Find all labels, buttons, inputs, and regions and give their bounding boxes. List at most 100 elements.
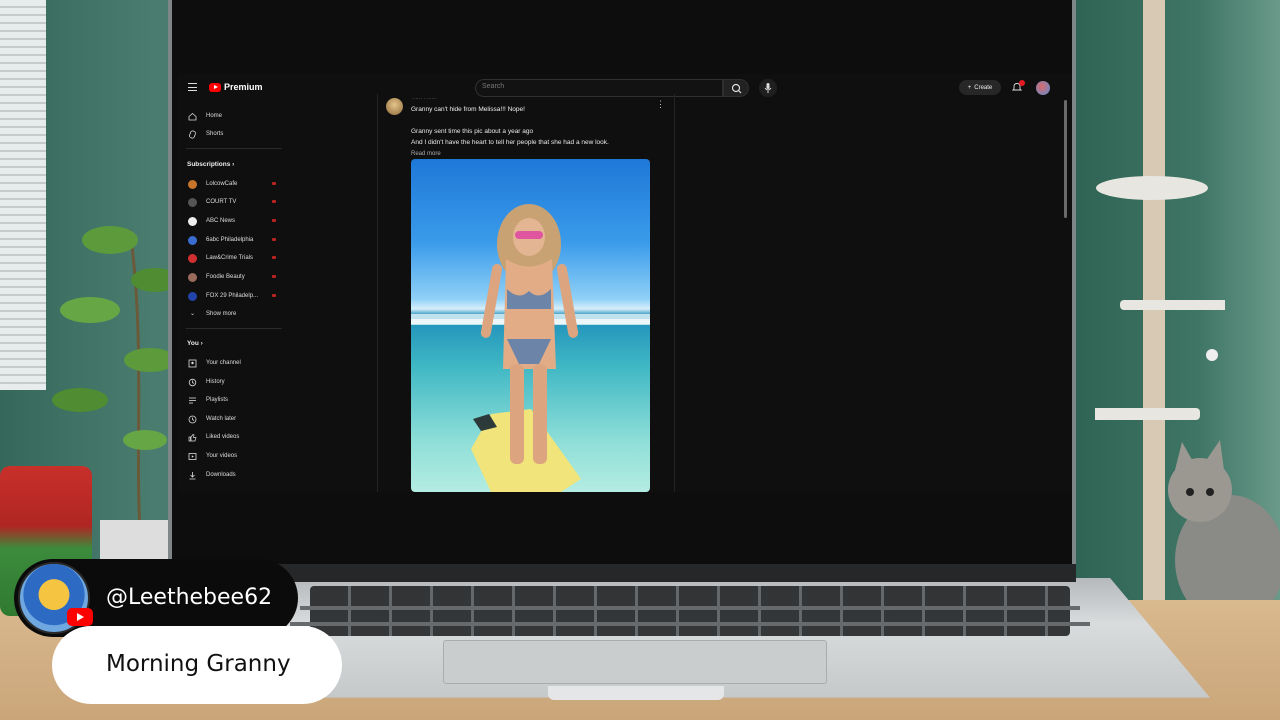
sidebar-item-label: Foodie Beauty — [206, 274, 245, 280]
sidebar-item-label: Liked videos — [206, 434, 240, 440]
you-heading[interactable]: You › — [187, 340, 203, 347]
sidebar-sub-item[interactable]: ABC News — [188, 214, 282, 228]
new-content-dot — [272, 238, 276, 241]
sidebar-item-label: Downloads — [206, 472, 236, 478]
voice-search-button[interactable] — [759, 79, 777, 97]
post-image[interactable] — [411, 159, 650, 492]
video-title: Morning Granny — [106, 651, 291, 677]
channel-avatar — [188, 216, 197, 226]
read-more-link[interactable]: Read more — [411, 151, 441, 157]
channel-avatar — [188, 272, 197, 282]
sidebar-item-liked-videos[interactable]: Liked videos — [188, 430, 282, 444]
new-content-dot — [272, 294, 276, 297]
post-title: Granny can't hide from Melissa!!! Nope! — [411, 106, 525, 113]
channel-handle: @Leethebee62 — [106, 585, 273, 610]
search-placeholder: Search — [482, 83, 505, 90]
mic-icon — [764, 83, 772, 93]
sidebar-item-playlists[interactable]: Playlists — [188, 393, 282, 407]
sidebar-sub-item[interactable]: 6abc Philadelphia — [188, 233, 282, 247]
thumbs-up-icon — [188, 433, 197, 441]
video-icon — [188, 452, 197, 460]
beach-photo — [411, 204, 650, 492]
channel-icon — [188, 359, 197, 367]
sidebar-item-label: Law&Crime Trials — [206, 255, 254, 261]
youtube-logo-icon — [209, 82, 221, 92]
subscriptions-heading-label: Subscriptions — [187, 161, 231, 168]
sidebar-item-your-videos[interactable]: Your videos — [188, 449, 282, 463]
post-text-line: And I didn't have the heart to tell her … — [411, 139, 609, 146]
sidebar-item-downloads[interactable]: Downloads — [188, 468, 282, 482]
community-post: ······ · ······ Granny can't hide from M… — [377, 94, 675, 492]
logo-text: Premium — [224, 82, 263, 92]
sidebar-item-label: Playlists — [206, 397, 229, 403]
sidebar-item-label: LolcowCafe — [206, 181, 238, 187]
sidebar-item-label: Watch later — [206, 416, 237, 422]
chevron-down-icon: ⌄ — [189, 310, 196, 317]
sidebar-item-watch-later[interactable]: Watch later — [188, 412, 282, 426]
create-button[interactable]: + Create — [959, 80, 1001, 95]
search-icon — [731, 83, 742, 94]
chevron-right-icon: › — [232, 161, 235, 168]
menu-icon[interactable] — [188, 83, 197, 91]
sidebar-item-label: 6abc Philadelphia — [206, 237, 254, 243]
sidebar: Home Shorts Subscriptions › LolcowCafe C… — [178, 102, 284, 492]
search-button[interactable] — [723, 79, 749, 97]
channel-avatar — [188, 253, 197, 263]
subscriptions-heading[interactable]: Subscriptions › — [187, 161, 234, 168]
youtube-screen: Premium Search + Create Home Shorts Subs… — [178, 74, 1072, 492]
home-icon — [188, 112, 197, 120]
sidebar-item-home[interactable]: Home — [188, 109, 282, 123]
sidebar-item-label: Your channel — [206, 360, 241, 366]
plus-icon: + — [967, 84, 972, 91]
new-content-dot — [272, 182, 276, 185]
show-more-button[interactable]: ⌄ Show more — [188, 307, 282, 321]
sidebar-divider — [186, 328, 282, 329]
new-content-dot — [272, 275, 276, 278]
sidebar-item-label: FOX 29 Philadelp... — [206, 293, 259, 299]
sidebar-item-label: ABC News — [206, 218, 236, 224]
channel-avatar — [188, 179, 197, 189]
new-content-dot — [272, 219, 276, 222]
you-heading-label: You — [187, 340, 199, 347]
new-content-dot — [272, 200, 276, 203]
show-more-label: Show more — [206, 311, 237, 317]
clock-icon — [188, 415, 197, 423]
sidebar-item-history[interactable]: History — [188, 375, 282, 389]
sidebar-sub-item[interactable]: Law&Crime Trials — [188, 251, 282, 265]
sidebar-item-label: COURT TV — [206, 199, 237, 205]
keyboard-row — [300, 606, 1080, 610]
account-avatar[interactable] — [1036, 81, 1050, 95]
sidebar-sub-item[interactable]: COURT TV — [188, 195, 282, 209]
sidebar-item-your-channel[interactable]: Your channel — [188, 356, 282, 370]
sidebar-item-label: Home — [206, 113, 223, 119]
post-author-avatar[interactable] — [386, 98, 403, 115]
trackpad — [443, 640, 827, 684]
sidebar-item-label: Your videos — [206, 453, 238, 459]
shorts-icon — [189, 130, 196, 138]
sidebar-sub-item[interactable]: FOX 29 Philadelp... — [188, 289, 282, 303]
keyboard-row — [290, 622, 1090, 626]
sidebar-sub-item[interactable]: Foodie Beauty — [188, 270, 282, 284]
notification-badge — [1019, 80, 1025, 86]
sidebar-item-shorts[interactable]: Shorts — [188, 127, 282, 141]
laptop-notch — [548, 686, 724, 700]
playlists-icon — [189, 397, 196, 403]
channel-avatar — [188, 235, 197, 245]
more-vert-icon[interactable]: ⋮ — [656, 99, 665, 110]
sidebar-divider — [186, 148, 282, 149]
sidebar-sub-item[interactable]: LolcowCafe — [188, 177, 282, 191]
scrollbar-thumb[interactable] — [1064, 100, 1067, 218]
chevron-right-icon: › — [200, 340, 203, 347]
sidebar-item-label: History — [206, 379, 225, 385]
post-meta: ······ · ······ — [412, 96, 437, 102]
cat — [1168, 440, 1280, 620]
youtube-logo[interactable]: Premium — [209, 82, 263, 92]
channel-avatar — [188, 197, 197, 207]
channel-avatar — [188, 291, 197, 301]
sidebar-item-label: Shorts — [206, 131, 224, 137]
create-label: Create — [974, 84, 993, 91]
post-text-line: Granny sent time this pic about a year a… — [411, 128, 534, 135]
history-icon — [188, 378, 197, 386]
new-content-dot — [272, 256, 276, 259]
download-icon — [189, 471, 196, 479]
